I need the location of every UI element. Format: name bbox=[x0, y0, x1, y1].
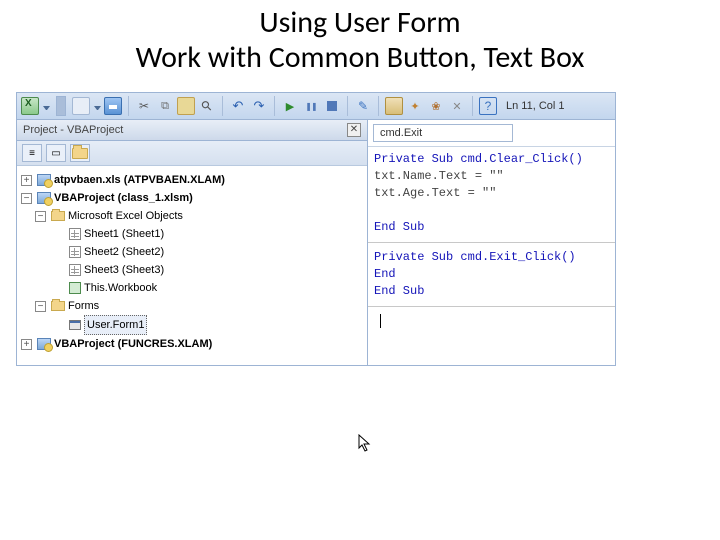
tree-label: This.Workbook bbox=[84, 279, 157, 297]
toolbar-separator bbox=[56, 96, 66, 116]
tree-label: Sheet2 (Sheet2) bbox=[84, 243, 164, 261]
tree-node-sheet2[interactable]: Sheet2 (Sheet2) bbox=[21, 243, 363, 261]
project-explorer-header: Project - VBAProject ✕ bbox=[17, 120, 367, 141]
excel-dropdown-icon[interactable] bbox=[43, 103, 50, 110]
folder-icon bbox=[72, 148, 88, 159]
project-explorer-pane: Project - VBAProject ✕ ≡ ▭ + atpvbaen.xl… bbox=[17, 120, 367, 365]
tree-node-class1[interactable]: − VBAProject (class_1.xlsm) bbox=[21, 189, 363, 207]
code-pane: cmd.Exit Private Sub cmd.Clear_Click() t… bbox=[367, 120, 615, 365]
procedure-separator bbox=[368, 306, 615, 307]
redo-icon[interactable] bbox=[250, 97, 268, 115]
tree-node-excel-objects[interactable]: − Microsoft Excel Objects bbox=[21, 207, 363, 225]
expand-icon[interactable]: + bbox=[21, 339, 32, 350]
undo-icon[interactable] bbox=[229, 97, 247, 115]
tree-label: Microsoft Excel Objects bbox=[68, 207, 183, 225]
tree-label: Forms bbox=[68, 297, 99, 315]
object-dropdown[interactable]: cmd.Exit bbox=[373, 124, 513, 142]
properties-icon[interactable] bbox=[406, 97, 424, 115]
code-line: End Sub bbox=[374, 219, 609, 236]
break-icon[interactable] bbox=[302, 97, 320, 115]
tree-label: Sheet3 (Sheet3) bbox=[84, 261, 164, 279]
tree-label: VBAProject (FUNCRES.XLAM) bbox=[54, 335, 212, 353]
code-line: txt.Age.Text = "" bbox=[374, 185, 609, 202]
help-icon[interactable] bbox=[479, 97, 497, 115]
insert-dropdown-icon[interactable] bbox=[94, 103, 101, 110]
toolbar-separator bbox=[472, 96, 473, 116]
folder-icon bbox=[51, 211, 65, 221]
tree-node-atpvbaen[interactable]: + atpvbaen.xls (ATPVBAEN.XLAM) bbox=[21, 171, 363, 189]
toolbar-separator bbox=[128, 96, 129, 116]
worksheet-icon bbox=[69, 246, 81, 258]
collapse-icon[interactable]: − bbox=[21, 193, 32, 204]
code-line bbox=[374, 202, 609, 219]
collapse-icon[interactable]: − bbox=[35, 301, 46, 312]
run-icon[interactable] bbox=[281, 97, 299, 115]
vba-ide: Ln 11, Col 1 Project - VBAProject ✕ ≡ ▭ … bbox=[16, 92, 616, 366]
vba-project-icon bbox=[37, 174, 51, 186]
folder-icon bbox=[51, 301, 65, 311]
paste-icon[interactable] bbox=[177, 97, 195, 115]
close-icon[interactable]: ✕ bbox=[347, 123, 361, 137]
title-line-1: Using User Form bbox=[8, 6, 712, 41]
save-icon[interactable] bbox=[104, 97, 122, 115]
userform-icon bbox=[69, 320, 81, 330]
tree-node-sheet1[interactable]: Sheet1 (Sheet1) bbox=[21, 225, 363, 243]
tree-node-sheet3[interactable]: Sheet3 (Sheet3) bbox=[21, 261, 363, 279]
project-tree: + atpvbaen.xls (ATPVBAEN.XLAM) − VBAProj… bbox=[17, 166, 367, 365]
object-browser-icon[interactable] bbox=[427, 97, 445, 115]
tree-label: Sheet1 (Sheet1) bbox=[84, 225, 164, 243]
insert-icon[interactable] bbox=[72, 97, 90, 115]
tree-label: VBAProject (class_1.xlsm) bbox=[54, 189, 193, 207]
find-icon[interactable] bbox=[198, 97, 216, 115]
project-explorer-title: Project - VBAProject bbox=[23, 124, 123, 136]
slide-title: Using User Form Work with Common Button,… bbox=[0, 0, 720, 77]
mouse-cursor-icon bbox=[358, 434, 372, 454]
main-toolbar: Ln 11, Col 1 bbox=[16, 92, 616, 120]
reset-icon[interactable] bbox=[327, 101, 337, 111]
code-line: End Sub bbox=[374, 283, 609, 300]
tree-label-selected: User.Form1 bbox=[84, 315, 147, 335]
workbook-icon bbox=[69, 282, 81, 294]
view-object-button[interactable]: ▭ bbox=[46, 144, 66, 162]
text-caret bbox=[380, 314, 381, 328]
copy-icon[interactable] bbox=[156, 97, 174, 115]
toolbar-separator bbox=[347, 96, 348, 116]
project-explorer-toolbar: ≡ ▭ bbox=[17, 141, 367, 166]
code-editor[interactable]: Private Sub cmd.Clear_Click() txt.Name.T… bbox=[368, 146, 615, 340]
view-code-button[interactable]: ≡ bbox=[22, 144, 42, 162]
title-line-2: Work with Common Button, Text Box bbox=[8, 41, 712, 76]
tree-node-forms[interactable]: − Forms bbox=[21, 297, 363, 315]
toolbar-separator bbox=[222, 96, 223, 116]
vba-project-icon bbox=[37, 192, 51, 204]
expand-icon[interactable]: + bbox=[21, 175, 32, 186]
panes-container: Project - VBAProject ✕ ≡ ▭ + atpvbaen.xl… bbox=[16, 120, 616, 366]
tree-node-thisworkbook[interactable]: This.Workbook bbox=[21, 279, 363, 297]
worksheet-icon bbox=[69, 228, 81, 240]
collapse-icon[interactable]: − bbox=[35, 211, 46, 222]
toolbox-icon[interactable] bbox=[448, 97, 466, 115]
code-line: Private Sub cmd.Exit_Click() bbox=[374, 249, 609, 266]
cursor-position-status: Ln 11, Col 1 bbox=[506, 100, 565, 112]
tree-node-userform1[interactable]: User.Form1 bbox=[21, 315, 363, 335]
code-line: End bbox=[374, 266, 609, 283]
worksheet-icon bbox=[69, 264, 81, 276]
design-mode-icon[interactable] bbox=[354, 97, 372, 115]
code-line bbox=[374, 313, 609, 330]
vba-project-icon bbox=[37, 338, 51, 350]
procedure-separator bbox=[368, 242, 615, 243]
excel-icon[interactable] bbox=[21, 97, 39, 115]
toggle-folders-button[interactable] bbox=[70, 144, 90, 162]
cut-icon[interactable] bbox=[135, 97, 153, 115]
project-explorer-icon[interactable] bbox=[385, 97, 403, 115]
code-line: txt.Name.Text = "" bbox=[374, 168, 609, 185]
tree-label: atpvbaen.xls (ATPVBAEN.XLAM) bbox=[54, 171, 225, 189]
code-line: Private Sub cmd.Clear_Click() bbox=[374, 151, 609, 168]
tree-node-funcres[interactable]: + VBAProject (FUNCRES.XLAM) bbox=[21, 335, 363, 353]
toolbar-separator bbox=[378, 96, 379, 116]
toolbar-separator bbox=[274, 96, 275, 116]
